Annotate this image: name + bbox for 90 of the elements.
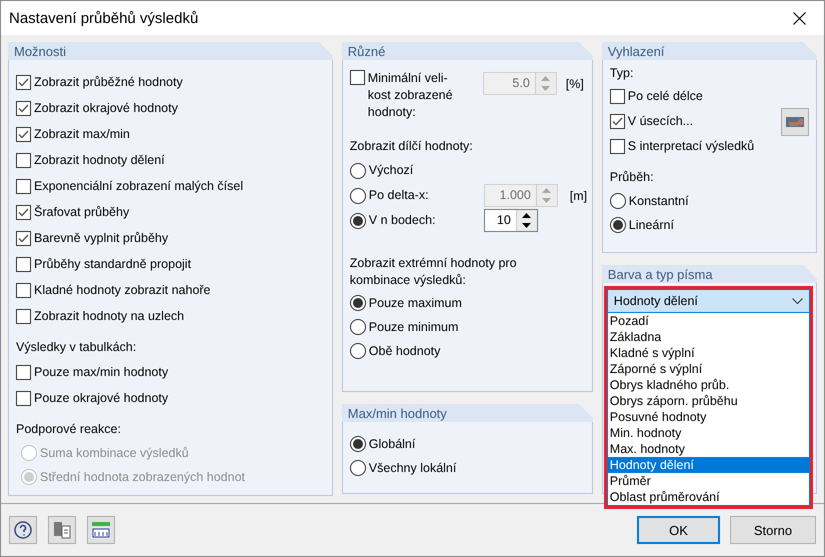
- section-label: Podporové reakce:: [16, 420, 122, 438]
- radio-label: Lineární: [628, 216, 674, 234]
- up-arrow-icon: [542, 188, 552, 193]
- checkbox-label: Po celé délce: [628, 88, 704, 105]
- checkbox-label: Barevně vyplnit průběhy: [34, 230, 168, 246]
- checkbox[interactable]: [16, 230, 31, 246]
- font-dropdown[interactable]: Hodnoty dělení: [606, 289, 810, 313]
- down-arrow-icon: [522, 223, 532, 228]
- radio-button[interactable]: [350, 295, 366, 311]
- radio-label: Obě hodnoty: [368, 342, 440, 360]
- up-arrow-icon: [522, 212, 532, 218]
- dropdown-option[interactable]: Hodnoty dělení: [608, 457, 809, 473]
- units-button[interactable]: [87, 516, 115, 544]
- radio-label: Po delta-x:: [368, 187, 430, 204]
- section-label: Zobrazit extrémní hodnoty pro kombinace výsledků:: [350, 255, 518, 289]
- spin-down-button[interactable]: [516, 220, 537, 231]
- chevron-down-icon: [792, 298, 803, 304]
- radio-label: Globální: [368, 436, 416, 452]
- checkbox-label: Minimální veli- kost zobrazené hodnoty:: [368, 70, 454, 121]
- panel-header: Max/min hodnoty: [342, 404, 593, 422]
- unit-label: [%]: [566, 76, 584, 90]
- radio-button[interactable]: [350, 212, 366, 228]
- spin-up-button[interactable]: [516, 210, 537, 220]
- radio-button[interactable]: [350, 460, 366, 476]
- radio-label: Střední hodnota zobrazených hodnot: [40, 468, 246, 486]
- close-icon: [792, 12, 806, 24]
- radio-button[interactable]: [350, 188, 366, 204]
- checkbox-label: S interpretací výsledků: [628, 138, 756, 155]
- radio-label: Pouze maximum: [368, 294, 462, 312]
- checkbox-label: Zobrazit max/min: [34, 126, 130, 142]
- checkbox[interactable]: [16, 364, 31, 380]
- section-label: Zobrazit dílčí hodnoty:: [350, 138, 474, 155]
- checkbox[interactable]: [16, 100, 31, 116]
- radio-label: Konstantní: [628, 192, 689, 210]
- radio-button[interactable]: [610, 193, 626, 209]
- up-arrow-icon: [541, 76, 550, 81]
- checkbox[interactable]: [350, 70, 365, 85]
- panel-header: Různé: [342, 42, 593, 60]
- checkbox-label: Exponenciální zobrazení malých čísel: [34, 178, 244, 194]
- checkbox-label: Pouze okrajové hodnoty: [34, 390, 168, 406]
- radio-label: V n bodech:: [368, 212, 437, 229]
- checkbox[interactable]: [610, 89, 625, 104]
- checkbox-label: Zobrazit hodnoty na uzlech: [34, 308, 184, 324]
- down-arrow-icon: [541, 86, 550, 92]
- number-field[interactable]: 10: [484, 209, 538, 232]
- checkbox[interactable]: [16, 126, 31, 142]
- checkbox[interactable]: [610, 139, 625, 154]
- checkbox[interactable]: [16, 204, 31, 220]
- down-arrow-icon: [542, 198, 552, 204]
- checkbox-label: Průběhy standardně propojit: [34, 256, 192, 272]
- section-label: Průběh:: [610, 168, 655, 186]
- panel-header: Vyhlazení: [602, 42, 817, 60]
- help-icon: [13, 520, 33, 540]
- radio-button[interactable]: [610, 217, 626, 233]
- export-button[interactable]: [48, 516, 76, 544]
- section-label: Výsledky v tabulkách:: [16, 338, 138, 356]
- window-title: Nastavení průběhů výsledků: [9, 10, 198, 26]
- panel-header: Barva a typ písma: [602, 265, 817, 283]
- radio-label: Pouze minimum: [368, 318, 458, 336]
- checkbox-label: Šrafovat průběhy: [34, 204, 130, 220]
- checkbox-label: V úsecích...: [628, 113, 694, 130]
- checkbox[interactable]: [16, 74, 31, 90]
- radio-label: Všechny lokální: [368, 460, 456, 476]
- help-button[interactable]: [9, 516, 37, 544]
- section-label: Typ:: [610, 65, 634, 82]
- checkbox[interactable]: [16, 178, 31, 194]
- checkbox-label: Zobrazit průběžné hodnoty: [34, 74, 183, 90]
- ruler-icon: [90, 520, 112, 540]
- checkbox[interactable]: [16, 256, 31, 272]
- radio-button[interactable]: [350, 319, 366, 335]
- checkbox[interactable]: [16, 390, 31, 406]
- checkbox[interactable]: [16, 282, 31, 298]
- settings-button[interactable]: [781, 108, 809, 136]
- panel-header: Možnosti: [8, 42, 333, 60]
- checkbox[interactable]: [16, 152, 31, 168]
- checkbox-label: Zobrazit okrajové hodnoty: [34, 100, 178, 116]
- dialog-button[interactable]: Storno: [730, 516, 816, 544]
- unit-label: [m]: [570, 188, 588, 202]
- checkbox[interactable]: [16, 308, 31, 324]
- document-icon: [52, 520, 72, 540]
- checkbox-label: Kladné hodnoty zobrazit nahoře: [34, 282, 211, 298]
- radio-label: Výchozí: [368, 162, 414, 179]
- radio-button[interactable]: [350, 436, 366, 452]
- checkbox-label: Zobrazit hodnoty dělení: [34, 152, 165, 168]
- checkbox[interactable]: [610, 114, 625, 129]
- radio-button[interactable]: [350, 343, 366, 359]
- checkbox-label: Pouze max/min hodnoty: [34, 364, 168, 380]
- radio-button[interactable]: [350, 162, 366, 178]
- dialog-button[interactable]: OK: [637, 516, 720, 544]
- radio-label: Suma kombinace výsledků: [40, 444, 189, 462]
